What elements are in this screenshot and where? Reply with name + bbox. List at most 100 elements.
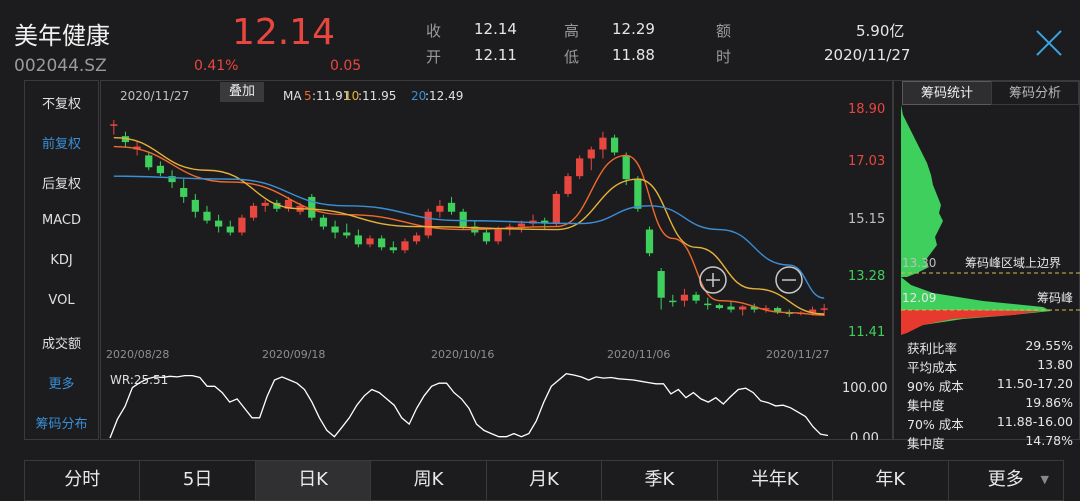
x-tick-1: 2020/09/18 bbox=[262, 348, 325, 361]
candle-body bbox=[669, 300, 677, 303]
zoom-in-button[interactable] bbox=[699, 266, 727, 294]
y-tick-4: 11.41 bbox=[848, 325, 885, 340]
candle-body bbox=[226, 226, 234, 233]
candle-body bbox=[715, 305, 723, 309]
candle-body bbox=[354, 235, 362, 245]
period-tab-bar: 分时 5日 日K 周K 月K 季K 半年K 年K 更多 ▼ bbox=[24, 460, 1064, 501]
menu-item-more[interactable]: 更多 bbox=[25, 373, 98, 392]
candle-body bbox=[424, 211, 432, 236]
candle-body bbox=[634, 179, 642, 209]
quote-label-amount: 额 bbox=[716, 22, 732, 40]
menu-item-turnover[interactable]: 成交额 bbox=[25, 333, 98, 352]
tab-yearly-k[interactable]: 年K bbox=[833, 461, 949, 500]
change-percent: 0.41% bbox=[194, 58, 239, 74]
menu-item-macd[interactable]: MACD bbox=[25, 213, 98, 228]
candle-body bbox=[447, 202, 456, 212]
candle-body bbox=[564, 176, 572, 194]
quote-label-open: 开 bbox=[426, 48, 442, 66]
stat-value-concentration-70: 14.78% bbox=[1025, 433, 1073, 448]
stat-label-cost-70: 70% 成本 bbox=[907, 417, 964, 432]
candle-body bbox=[517, 223, 526, 227]
tab-daily-k[interactable]: 日K bbox=[255, 461, 372, 500]
x-tick-3: 2020/11/06 bbox=[607, 348, 670, 361]
kline-chart[interactable]: 2020/11/27 MA 5 :11.91 10 :11.95 20 :12.… bbox=[100, 80, 893, 440]
menu-item-kdj[interactable]: KDJ bbox=[25, 253, 98, 268]
tab-more[interactable]: 更多 ▼ bbox=[949, 461, 1063, 500]
x-tick-2: 2020/10/16 bbox=[431, 348, 494, 361]
candle-body bbox=[692, 294, 700, 301]
candle-body bbox=[459, 211, 467, 227]
quote-value-low: 11.88 bbox=[612, 46, 655, 64]
menu-item-chip-distribution[interactable]: 筹码分布 bbox=[25, 413, 98, 432]
stat-value-cost-90: 11.50-17.20 bbox=[996, 376, 1073, 391]
candle-body bbox=[145, 155, 153, 168]
stock-detail-screen: 美年健康 002044.SZ 12.14 0.41% 0.05 收 12.14 … bbox=[0, 0, 1080, 501]
stat-label-concentration-70: 集中度 bbox=[907, 436, 945, 451]
y-tick-0: 18.90 bbox=[848, 102, 885, 117]
candle-body bbox=[238, 217, 246, 233]
candle-body bbox=[412, 235, 421, 242]
candle-body bbox=[436, 205, 444, 212]
candle-body bbox=[343, 232, 351, 236]
chip-upper-label: 筹码峰区域上边界 bbox=[965, 256, 1061, 270]
y-tick-2: 15.15 bbox=[848, 212, 885, 227]
close-icon[interactable] bbox=[1034, 28, 1064, 58]
stat-value-cost-70: 11.88-16.00 bbox=[996, 414, 1073, 429]
candle-body bbox=[599, 137, 607, 150]
menu-item-vol[interactable]: VOL bbox=[25, 293, 98, 308]
stock-name: 美年健康 bbox=[14, 22, 110, 50]
dropdown-arrow-icon: ▼ bbox=[1040, 473, 1049, 486]
stat-label-avg-cost: 平均成本 bbox=[907, 360, 958, 375]
candle-body bbox=[366, 238, 374, 245]
zoom-out-button[interactable] bbox=[775, 266, 803, 294]
quote-label-high: 高 bbox=[564, 22, 580, 40]
candle-body bbox=[203, 211, 211, 221]
candle-body bbox=[378, 238, 386, 248]
quote-value-amount: 5.90亿 bbox=[856, 22, 905, 40]
chip-peak-label: 筹码峰 bbox=[1037, 291, 1073, 305]
quote-value-open: 12.11 bbox=[474, 46, 517, 64]
candle-body bbox=[389, 247, 397, 251]
candle-body bbox=[680, 294, 689, 301]
indicator-menu: 不复权 前复权 后复权 MACD KDJ VOL 成交额 更多 筹码分布 bbox=[24, 80, 99, 440]
tab-chip-stats[interactable]: 筹码统计 bbox=[902, 81, 992, 105]
last-price: 12.14 bbox=[232, 12, 336, 53]
stat-label-concentration-90: 集中度 bbox=[907, 398, 945, 413]
tab-weekly-k[interactable]: 周K bbox=[371, 461, 487, 500]
stat-value-avg-cost: 13.80 bbox=[1037, 357, 1073, 372]
candle-body bbox=[576, 158, 584, 177]
tab-halfyear-k[interactable]: 半年K bbox=[718, 461, 834, 500]
candle-body bbox=[610, 137, 619, 153]
candle-body bbox=[110, 124, 118, 126]
candle-body bbox=[739, 306, 747, 310]
tab-chip-analysis[interactable]: 筹码分析 bbox=[991, 81, 1079, 105]
ma10-num: 10 bbox=[344, 89, 359, 103]
tab-5day[interactable]: 5日 bbox=[140, 461, 256, 500]
chip-profit-area bbox=[901, 105, 943, 277]
candle-body bbox=[657, 271, 665, 298]
wr-tick-0: 0.00 bbox=[850, 431, 879, 440]
x-tick-4: 2020/11/27 bbox=[766, 348, 829, 361]
tab-intraday[interactable]: 分时 bbox=[25, 461, 141, 500]
x-tick-0: 2020/08/28 bbox=[106, 348, 169, 361]
candle-body bbox=[494, 229, 502, 242]
candle-body bbox=[401, 241, 409, 251]
menu-item-no-adjust[interactable]: 不复权 bbox=[25, 93, 98, 112]
candle-body bbox=[249, 205, 258, 218]
candle-body bbox=[319, 217, 328, 227]
ma20-value: :12.49 bbox=[425, 89, 463, 103]
ma20-num: 20 bbox=[411, 89, 426, 103]
candle-body bbox=[156, 165, 165, 174]
quote-value-close: 12.14 bbox=[474, 20, 517, 38]
overlay-button[interactable]: 叠加 bbox=[220, 82, 264, 102]
ma10-value: :11.95 bbox=[358, 89, 396, 103]
candle-body bbox=[308, 196, 316, 218]
candle-body bbox=[727, 306, 735, 310]
candle-body bbox=[215, 220, 223, 227]
tab-monthly-k[interactable]: 月K bbox=[487, 461, 603, 500]
tab-quarterly-k[interactable]: 季K bbox=[602, 461, 718, 500]
candle-body bbox=[587, 149, 595, 159]
candle-body bbox=[820, 308, 828, 310]
menu-item-forward-adjust[interactable]: 前复权 bbox=[25, 133, 98, 152]
menu-item-backward-adjust[interactable]: 后复权 bbox=[25, 173, 98, 192]
